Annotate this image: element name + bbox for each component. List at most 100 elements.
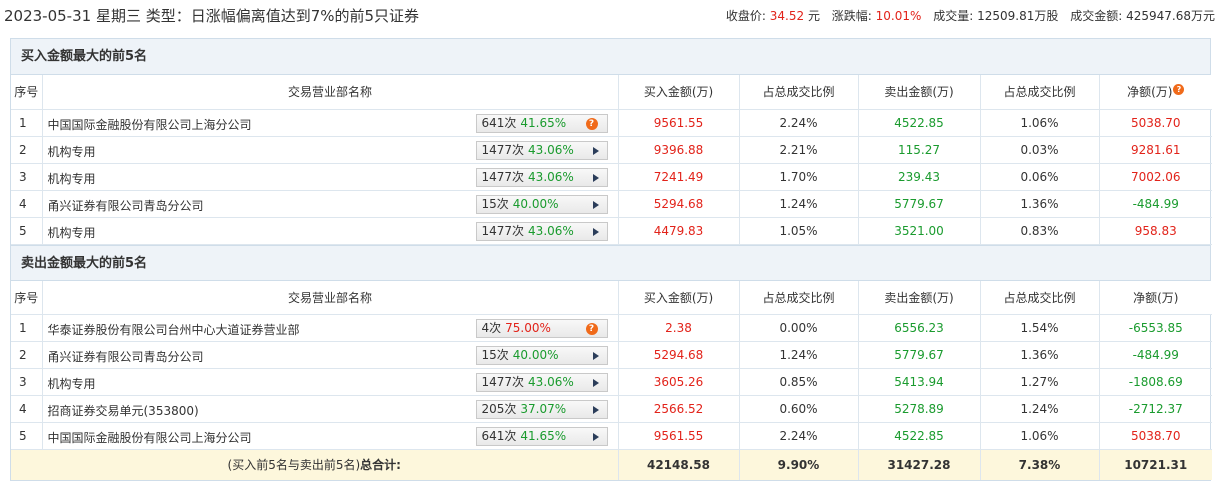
net-amount: -484.99: [1099, 341, 1212, 369]
close-value: 34.52: [769, 9, 805, 23]
play-arrow-icon[interactable]: [592, 433, 599, 441]
sell-amount: 5278.89: [858, 395, 981, 423]
change-label: 涨跌幅:: [831, 9, 872, 23]
sell-ratio: 1.54%: [980, 314, 1100, 342]
buy-ratio: 0.60%: [739, 395, 859, 423]
broker-times: 641次: [481, 429, 517, 443]
buy-amount: 9396.88: [618, 136, 740, 164]
question-icon[interactable]: ?: [585, 323, 598, 335]
broker-win-rate: 37.07%: [520, 402, 567, 416]
sell-ratio: 1.06%: [980, 109, 1100, 137]
table-row: 4 甬兴证券有限公司青岛分公司 15次 40.00% 5294.68 1.24% 5779.…: [11, 190, 1212, 218]
buy-ratio: 1.70%: [739, 163, 859, 191]
broker-cell: 甬兴证券有限公司青岛分公司 15次 40.00%: [42, 341, 619, 369]
buy-ratio: 0.00%: [739, 314, 859, 342]
play-arrow-icon[interactable]: [592, 406, 599, 414]
net-amount: -2712.37: [1099, 395, 1212, 423]
broker-stats-button[interactable]: 1477次 43.06%: [475, 373, 608, 392]
broker-win-rate: 40.00%: [512, 196, 559, 211]
broker-name[interactable]: 中国国际金融股份有限公司上海分公司: [48, 116, 252, 133]
turnover-value: 425947.68万元: [1126, 9, 1215, 23]
table-row: 3 机构专用 1477次 43.06% 3605.26 0.85% 5413.94 1.27%…: [11, 368, 1212, 396]
broker-cell: 机构专用 1477次 43.06%: [42, 163, 619, 191]
broker-stats-button[interactable]: 205次 37.07%: [475, 400, 608, 419]
broker-name[interactable]: 甬兴证券有限公司青岛分公司: [48, 348, 204, 365]
buy-ratio: 2.21%: [739, 136, 859, 164]
buy-ratio: 1.24%: [739, 341, 859, 369]
broker-cell: 中国国际金融股份有限公司上海分公司 641次 41.65%?: [42, 109, 619, 137]
play-arrow-icon[interactable]: [592, 352, 599, 360]
dragon-tiger-table: 买入金额最大的前5名 序号 交易营业部名称 买入金额(万) 占总成交比例 卖出金…: [10, 38, 1212, 481]
broker-cell: 机构专用 1477次 43.06%: [42, 368, 619, 396]
broker-name[interactable]: 华泰证券股份有限公司台州中心大道证券营业部: [48, 321, 300, 338]
broker-name[interactable]: 中国国际金融股份有限公司上海分公司: [48, 429, 252, 446]
broker-win-rate: 43.06%: [528, 169, 574, 184]
net-amount: -6553.85: [1099, 314, 1212, 342]
summary-buy-ratio: 9.90%: [739, 449, 859, 480]
broker-stats-button[interactable]: 641次 41.65%?: [475, 113, 608, 133]
sell-ratio: 0.03%: [980, 136, 1100, 164]
close-unit: 元: [807, 9, 820, 23]
summary-row: (买入前5名与卖出前5名)总合计: 42148.58 9.90% 31427.2…: [11, 449, 1212, 480]
broker-cell: 中国国际金融股份有限公司上海分公司 641次 41.65%: [42, 422, 619, 450]
col-sell-ratio: 占总成交比例: [980, 280, 1100, 315]
row-index: 4: [11, 190, 43, 218]
play-arrow-icon[interactable]: [592, 379, 599, 387]
turnover-label: 成交金额:: [1070, 9, 1123, 23]
summary-net: 10721.31: [1099, 449, 1212, 480]
table-row: 3 机构专用 1477次 43.06% 7241.49 1.70% 239.43 0.06% 7…: [11, 163, 1212, 191]
row-index: 3: [11, 368, 43, 396]
net-amount: 5038.70: [1099, 109, 1212, 137]
buy-table-header: 序号 交易营业部名称 买入金额(万) 占总成交比例 卖出金额(万) 占总成交比例…: [11, 75, 1212, 110]
play-arrow-icon[interactable]: [592, 200, 599, 209]
question-icon[interactable]: ?: [585, 117, 598, 130]
broker-times: 1477次: [481, 375, 525, 389]
sell-ratio: 0.83%: [980, 217, 1100, 245]
broker-stats-button[interactable]: 1477次 43.06%: [475, 167, 608, 187]
summary-label: (买入前5名与卖出前5名)总合计:: [11, 449, 619, 480]
sell-ratio: 1.36%: [980, 190, 1100, 218]
sell-amount: 5779.67: [858, 341, 981, 369]
broker-name[interactable]: 机构专用: [48, 170, 96, 187]
sell-ratio: 0.06%: [980, 163, 1100, 191]
summary-sell: 31427.28: [858, 449, 981, 480]
broker-stats-button[interactable]: 15次 40.00%: [475, 346, 608, 365]
broker-cell: 招商证券交易单元(353800) 205次 37.07%: [42, 395, 619, 423]
sell-amount: 6556.23: [858, 314, 981, 342]
broker-stats-button[interactable]: 1477次 43.06%: [475, 221, 608, 241]
row-index: 1: [11, 109, 43, 137]
broker-stats-button[interactable]: 15次 40.00%: [475, 194, 608, 214]
sell-table-header: 序号 交易营业部名称 买入金额(万) 占总成交比例 卖出金额(万) 占总成交比例…: [11, 280, 1212, 315]
sell-amount: 4522.85: [858, 109, 981, 137]
top-info-bar: 2023-05-31 星期三 类型：日涨幅偏离值达到7%的前5只证券 收盘价: …: [0, 0, 1221, 30]
sell-amount: 5779.67: [858, 190, 981, 218]
broker-stats-button[interactable]: 4次 75.00%?: [475, 319, 608, 338]
play-arrow-icon[interactable]: [592, 227, 599, 236]
col-buy-ratio: 占总成交比例: [739, 280, 859, 315]
col-index: 序号: [11, 280, 43, 315]
table-row: 2 机构专用 1477次 43.06% 9396.88 2.21% 115.27 0.03% 9…: [11, 136, 1212, 164]
row-index: 2: [11, 136, 43, 164]
table-row: 2 甬兴证券有限公司青岛分公司 15次 40.00% 5294.68 1.24% 5779.…: [11, 341, 1212, 369]
broker-name[interactable]: 机构专用: [48, 143, 96, 160]
broker-name[interactable]: 招商证券交易单元(353800): [48, 402, 199, 419]
broker-name[interactable]: 机构专用: [48, 375, 96, 392]
broker-stats-button[interactable]: 641次 41.65%: [475, 427, 608, 446]
buy-amount: 7241.49: [618, 163, 740, 191]
help-icon[interactable]: ?: [1173, 84, 1185, 96]
sell-ratio: 1.36%: [980, 341, 1100, 369]
buy-amount: 3605.26: [618, 368, 740, 396]
sell-amount: 115.27: [858, 136, 981, 164]
broker-win-rate: 40.00%: [512, 348, 559, 362]
broker-cell: 机构专用 1477次 43.06%: [42, 217, 619, 245]
broker-name[interactable]: 甬兴证券有限公司青岛分公司: [48, 197, 204, 214]
play-arrow-icon[interactable]: [592, 173, 599, 182]
broker-stats-button[interactable]: 1477次 43.06%: [475, 140, 608, 160]
play-arrow-icon[interactable]: [592, 146, 599, 155]
quote-stats: 收盘价: 34.52 元 涨跌幅: 10.01% 成交量: 12509.81万股…: [726, 7, 1215, 24]
broker-name[interactable]: 机构专用: [48, 224, 96, 241]
col-sell: 卖出金额(万): [858, 280, 981, 315]
col-broker: 交易营业部名称: [42, 280, 619, 315]
summary-buy: 42148.58: [618, 449, 740, 480]
buy-amount: 9561.55: [618, 109, 740, 137]
